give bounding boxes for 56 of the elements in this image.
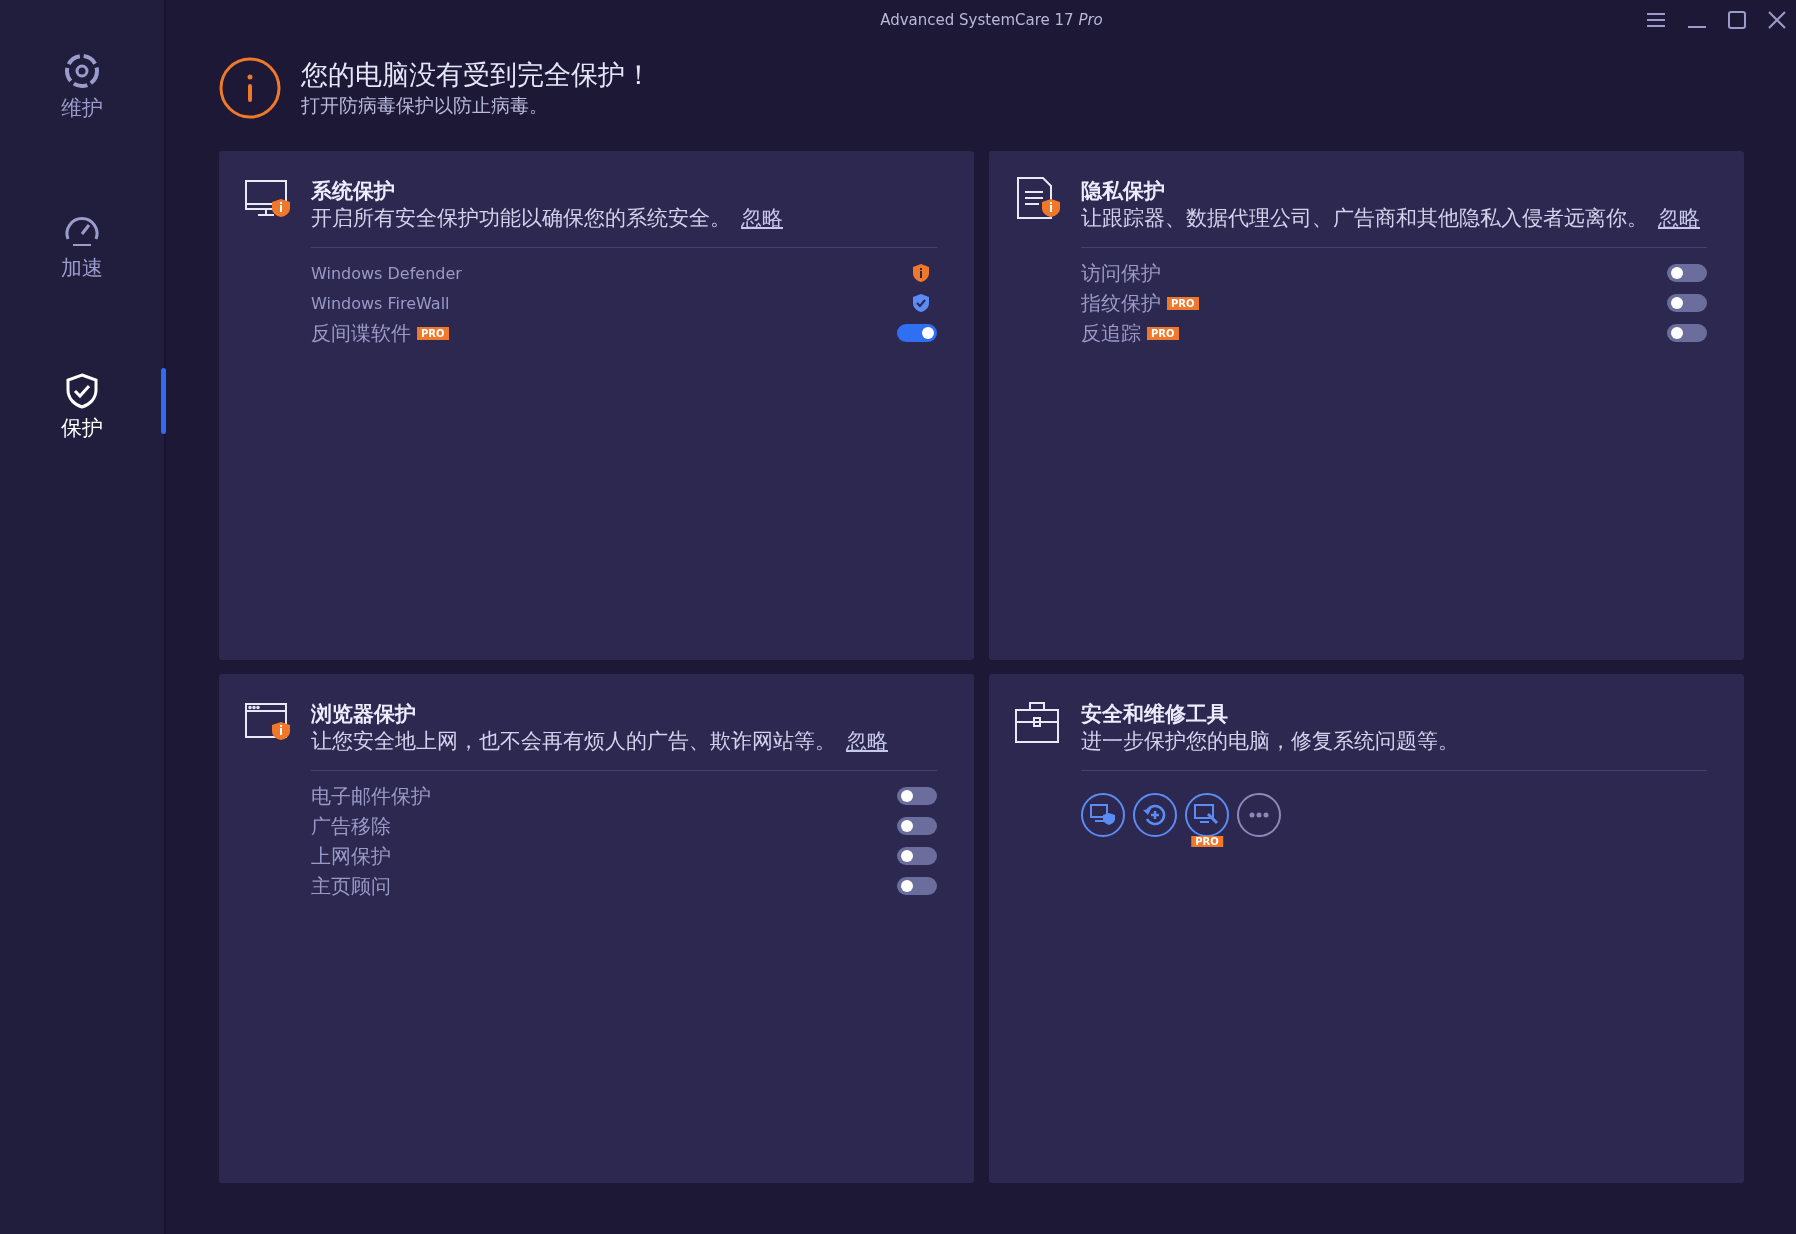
info-icon [219,56,281,119]
monitor-wrench-icon [1194,803,1220,827]
card-title: 安全和维修工具 [1081,701,1229,728]
sidebar-item[interactable]: 维护 [0,52,164,136]
tool-button[interactable] [1237,793,1281,837]
close-icon [1768,11,1786,29]
alert-subtitle: 打开防病毒保护以防止病毒。 [301,92,549,118]
toggle-switch[interactable] [1667,324,1707,342]
menu-icon [1646,12,1666,28]
card-description: 让跟踪器、数据代理公司、广告商和其他隐私入侵者远离你。 忽略 [1081,205,1701,231]
close-button[interactable] [1766,9,1788,31]
card-title: 浏览器保护 [311,701,417,728]
minimize-icon [1688,26,1706,28]
menu-button[interactable] [1644,10,1668,30]
toggle-switch[interactable] [897,817,937,835]
toggle-switch[interactable] [897,877,937,895]
ignore-link[interactable]: 忽略 [1658,206,1700,230]
monitor-shield-icon [1090,803,1116,827]
toggle-switch[interactable] [897,324,937,342]
more-icon [1249,812,1269,818]
sidebar-item[interactable]: 加速 [0,212,164,296]
toggle-switch[interactable] [897,787,937,805]
card-description: 让您安全地上网，也不会再有烦人的广告、欺诈网站等。 忽略 [311,728,889,754]
tool-button[interactable] [1133,793,1177,837]
toggle-switch[interactable] [1667,294,1707,312]
pro-badge: PRO [1167,296,1199,310]
option-label: 反追踪 [1081,319,1141,347]
option-label: 主页顾问 [311,872,391,900]
sidebar-item[interactable]: 保护 [0,372,164,456]
toggle-switch[interactable] [897,847,937,865]
pro-badge: PRO [417,326,449,340]
option-label: 指纹保护 [1081,289,1161,317]
window-title: Advanced SystemCare 17 Pro [879,11,1104,29]
option-label: 广告移除 [311,812,391,840]
card-title: 隐私保护 [1081,178,1166,205]
toggle-switch[interactable] [1667,264,1707,282]
card-description: 进一步保护您的电脑，修复系统问题等。 [1081,728,1460,754]
ignore-link[interactable]: 忽略 [846,729,888,753]
option-label: 反间谍软件 [311,319,411,347]
alert-title: 您的电脑没有受到完全保护！ [301,57,652,92]
pro-badge: PRO [1147,326,1179,340]
tool-button[interactable] [1081,793,1125,837]
option-label: 电子邮件保护 [311,782,431,810]
pro-badge: PRO [1191,836,1223,847]
option-label: Windows FireWall [311,293,450,313]
restore-icon [1142,802,1168,828]
option-label: 上网保护 [311,842,391,870]
option-label: 访问保护 [1081,259,1161,287]
maximize-icon [1728,11,1746,29]
ignore-link[interactable]: 忽略 [741,206,783,230]
selection-indicator [161,368,166,434]
gear-icon [63,52,101,90]
card-description: 开启所有安全保护功能以确保您的系统安全。 忽略 [311,205,784,231]
maximize-button[interactable] [1726,9,1748,31]
option-label: Windows Defender [311,263,462,283]
card-title: 系统保护 [311,178,396,205]
